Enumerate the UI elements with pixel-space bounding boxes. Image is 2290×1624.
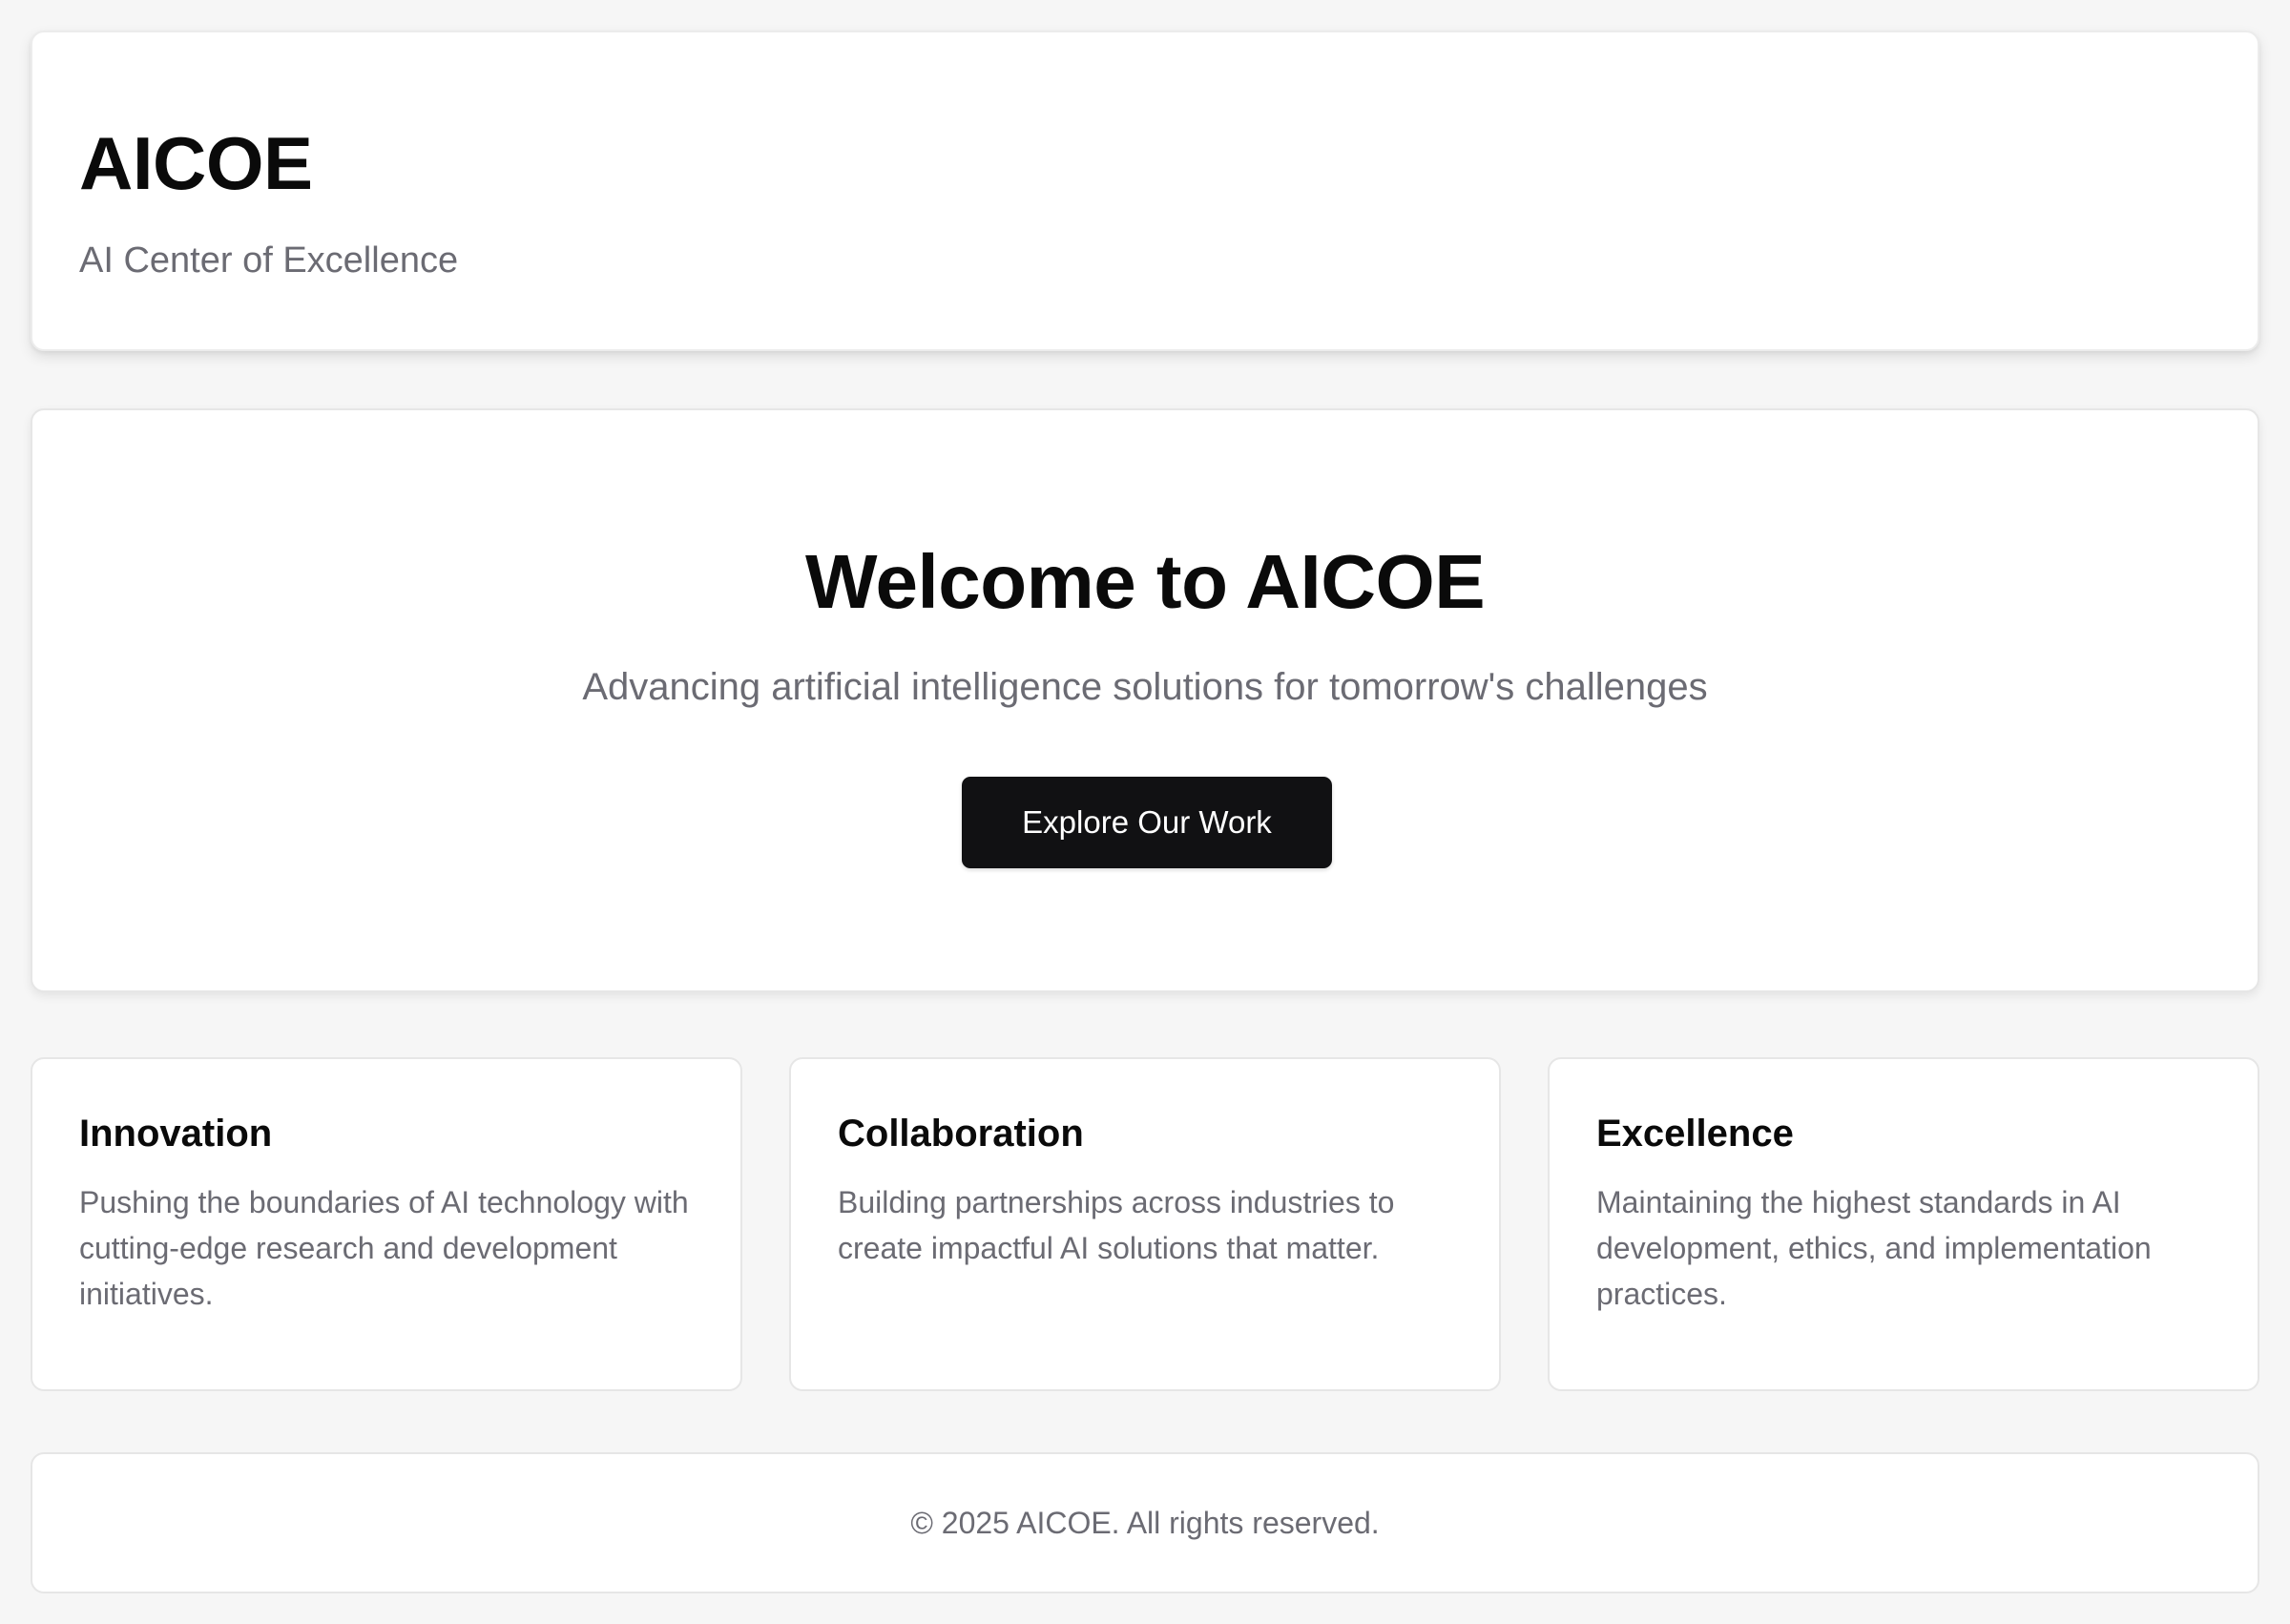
feature-card-collaboration: Collaboration Building partnerships acro… <box>789 1057 1501 1391</box>
footer-copyright: © 2025 AICOE. All rights reserved. <box>910 1506 1380 1540</box>
feature-description: Building partnerships across industries … <box>838 1185 1395 1265</box>
hero-section: Welcome to AICOE Advancing artificial in… <box>31 408 2259 992</box>
site-header: AICOE AI Center of Excellence <box>31 31 2259 351</box>
hero-title: Welcome to AICOE <box>804 539 1486 624</box>
feature-card-innovation: Innovation Pushing the boundaries of AI … <box>31 1057 742 1391</box>
hero-subtitle: Advancing artificial intelligence soluti… <box>582 666 1708 708</box>
brand-subtitle: AI Center of Excellence <box>79 240 459 281</box>
page: AICOE AI Center of Excellence Welcome to… <box>0 0 2290 1624</box>
explore-our-work-button[interactable]: Explore Our Work <box>962 777 1332 868</box>
feature-title: Excellence <box>1596 1113 1794 1155</box>
feature-description: Pushing the boundaries of AI technology … <box>79 1185 689 1311</box>
feature-title: Innovation <box>79 1113 273 1155</box>
feature-card-excellence: Excellence Maintaining the highest stand… <box>1548 1057 2259 1391</box>
site-footer: © 2025 AICOE. All rights reserved. <box>31 1452 2259 1593</box>
feature-description: Maintaining the highest standards in AI … <box>1596 1185 2152 1311</box>
feature-title: Collaboration <box>838 1113 1084 1155</box>
brand-title: AICOE <box>79 121 313 205</box>
